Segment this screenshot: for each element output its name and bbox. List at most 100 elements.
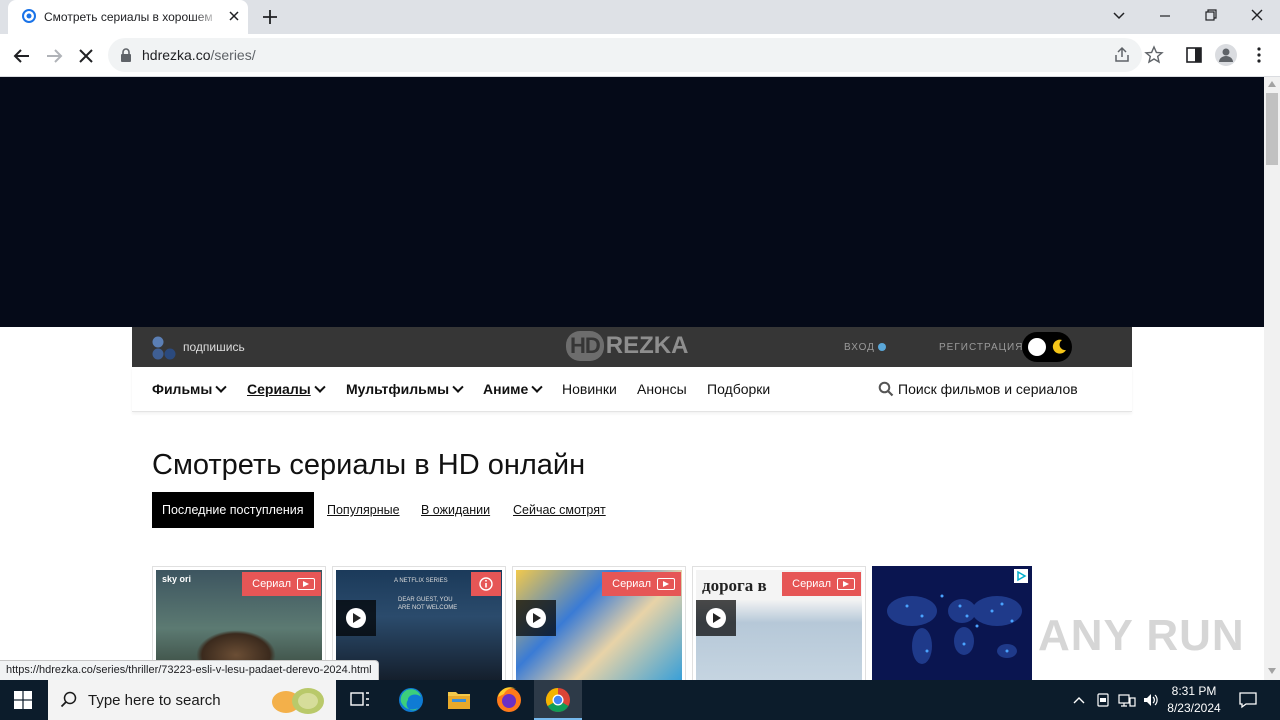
minimize-icon[interactable] xyxy=(1153,6,1177,26)
search-icon xyxy=(60,691,77,708)
play-button[interactable] xyxy=(696,600,736,636)
chrome-icon xyxy=(545,688,570,713)
restore-icon[interactable] xyxy=(1199,6,1223,26)
play-icon xyxy=(346,608,366,628)
tab-title: Смотреть сериалы в хорошем xyxy=(44,10,213,24)
subscribe-link[interactable]: подпишись xyxy=(183,340,245,354)
filter-upcoming[interactable]: В ожидании xyxy=(421,492,490,528)
series-card[interactable]: Сериал xyxy=(512,566,686,680)
play-button[interactable] xyxy=(516,600,556,636)
nav-new[interactable]: Новинки xyxy=(562,381,617,397)
ad-banner xyxy=(0,77,1264,327)
profile-avatar-icon[interactable] xyxy=(1215,44,1237,66)
nav-collections[interactable]: Подборки xyxy=(707,381,770,397)
world-map-image xyxy=(887,594,1022,664)
play-button[interactable] xyxy=(336,600,376,636)
scroll-down-arrow-icon[interactable] xyxy=(1268,668,1276,674)
series-badge: Сериал xyxy=(782,572,861,596)
nav-films[interactable]: Фильмы xyxy=(152,381,228,397)
meet-now-icon[interactable] xyxy=(1095,692,1111,708)
taskbar-search-box[interactable]: Type here to search xyxy=(48,680,336,720)
adchoices-icon[interactable] xyxy=(1014,569,1028,583)
share-icon[interactable] xyxy=(1112,45,1132,65)
series-badge: Сериал xyxy=(242,572,321,596)
site-logo[interactable]: HD REZKA xyxy=(566,331,688,363)
login-link[interactable]: ВХОД xyxy=(844,342,875,353)
network-icon[interactable] xyxy=(1118,692,1136,708)
poster-text: A NETFLIX SERIES xyxy=(394,578,448,584)
scroll-up-arrow-icon[interactable] xyxy=(1268,81,1276,87)
search-input[interactable]: Поиск фильмов и сериалов xyxy=(898,381,1078,397)
show-hidden-icons-chevron-icon[interactable] xyxy=(1071,692,1087,708)
subscribe-icon[interactable] xyxy=(150,335,178,361)
site-container: подпишись HD REZKA ВХОД РЕГИСТРАЦИЯ Фильм… xyxy=(132,327,1132,680)
chevron-down-icon xyxy=(314,381,326,393)
nav-announcements[interactable]: Анонсы xyxy=(637,381,687,397)
chevron-down-icon xyxy=(452,381,464,393)
firefox-icon[interactable] xyxy=(486,680,532,720)
site-topbar: подпишись HD REZKA ВХОД РЕГИСТРАЦИЯ xyxy=(132,327,1132,367)
nav-series[interactable]: Сериалы xyxy=(247,381,326,397)
browser-tab[interactable]: Смотреть сериалы в хорошем xyxy=(8,0,248,34)
theme-toggle[interactable] xyxy=(1022,332,1072,362)
badge-label: Сериал xyxy=(612,578,651,590)
nav-anime[interactable]: Аниме xyxy=(483,381,543,397)
ad-card[interactable] xyxy=(872,566,1032,680)
url-host: hdrezka.co xyxy=(142,47,211,63)
scrollbar-thumb[interactable] xyxy=(1266,93,1278,165)
search-highlight-image xyxy=(272,688,324,714)
address-bar[interactable]: hdrezka.co/series/ xyxy=(108,38,1142,72)
stop-loading-icon[interactable] xyxy=(74,44,98,68)
poster-text: дорога в xyxy=(702,576,767,595)
page-scrollbar[interactable] xyxy=(1264,77,1280,680)
search-icon[interactable] xyxy=(878,381,894,397)
edge-browser-icon[interactable] xyxy=(388,680,434,720)
side-panel-icon[interactable] xyxy=(1184,45,1204,65)
close-tab-icon[interactable] xyxy=(226,8,242,24)
volume-icon[interactable] xyxy=(1142,692,1160,708)
new-tab-icon[interactable] xyxy=(258,6,282,28)
filter-popular[interactable]: Популярные xyxy=(327,492,400,528)
nav-label: Фильмы xyxy=(152,381,213,397)
logo-hd: HD xyxy=(566,331,604,361)
badge-label: Сериал xyxy=(792,578,831,590)
toggle-knob xyxy=(1028,338,1046,356)
chrome-taskbar-button[interactable] xyxy=(534,680,582,720)
main-nav: Фильмы Сериалы Мультфильмы Аниме Новинки… xyxy=(132,367,1132,412)
taskbar-search-placeholder: Type here to search xyxy=(88,692,221,709)
nav-label: Мультфильмы xyxy=(346,381,450,397)
bookmark-star-icon[interactable] xyxy=(1144,45,1164,65)
filter-watching-now[interactable]: Сейчас смотрят xyxy=(513,492,606,528)
status-url-bubble: https://hdrezka.co/series/thriller/73223… xyxy=(0,660,379,681)
play-icon xyxy=(706,608,726,628)
nav-label: Сериалы xyxy=(247,381,311,397)
file-explorer-icon[interactable] xyxy=(436,680,482,720)
series-card[interactable]: дорога в Сериал xyxy=(692,566,866,680)
info-badge[interactable] xyxy=(471,572,501,596)
forward-icon[interactable] xyxy=(42,44,66,68)
nav-cartoons[interactable]: Мультфильмы xyxy=(346,381,464,397)
video-icon xyxy=(837,578,855,590)
series-badge: Сериал xyxy=(602,572,681,596)
chevron-down-icon xyxy=(531,381,543,393)
tab-search-chevron-icon[interactable] xyxy=(1107,6,1131,26)
logo-rezka: REZKA xyxy=(605,332,689,359)
notification-center-icon[interactable] xyxy=(1238,690,1258,710)
lock-icon xyxy=(121,48,131,62)
register-link[interactable]: РЕГИСТРАЦИЯ xyxy=(939,342,1023,353)
url-text: hdrezka.co/series/ xyxy=(142,47,256,63)
anyrun-watermark: ANY RUN xyxy=(1038,611,1245,660)
taskbar-clock[interactable]: 8:31 PM 8/23/2024 xyxy=(1160,683,1228,717)
badge-label: Сериал xyxy=(252,578,291,590)
filter-latest[interactable]: Последние поступления xyxy=(152,492,314,528)
video-icon xyxy=(657,578,675,590)
clock-time: 8:31 PM xyxy=(1171,684,1217,698)
nav-label: Аниме xyxy=(483,381,529,397)
menu-kebab-icon[interactable] xyxy=(1249,45,1269,65)
task-view-icon[interactable] xyxy=(337,680,383,720)
close-window-icon[interactable] xyxy=(1245,6,1269,26)
windows-start-icon[interactable] xyxy=(14,691,32,709)
url-path: /series/ xyxy=(210,47,256,63)
back-icon[interactable] xyxy=(10,44,34,68)
page-title: Смотреть сериалы в HD онлайн xyxy=(152,449,586,481)
